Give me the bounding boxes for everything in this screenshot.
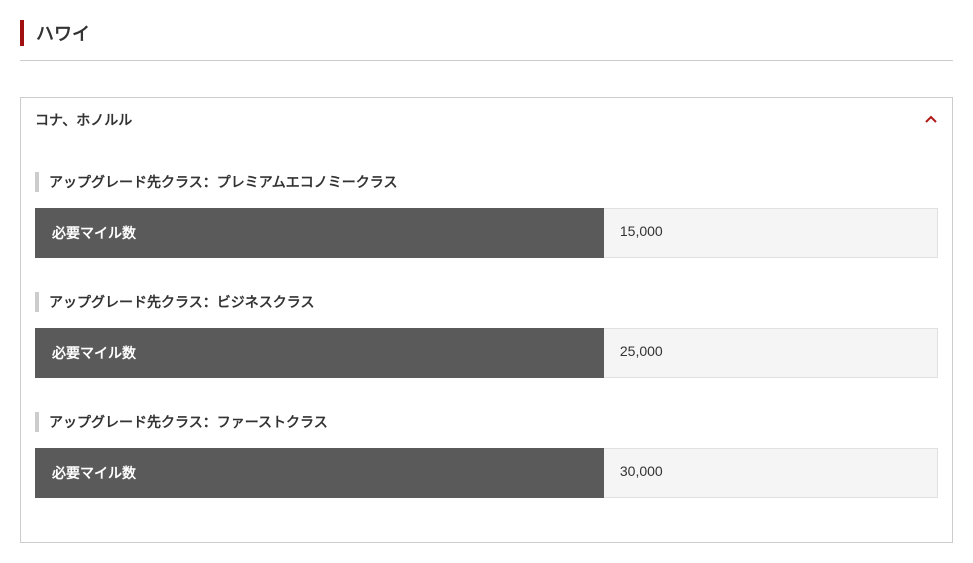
accordion: コナ、ホノルル アップグレード先クラス：プレミアムエコノミークラス 必要マイル数… <box>20 97 953 543</box>
accordion-body: アップグレード先クラス：プレミアムエコノミークラス 必要マイル数 15,000 … <box>21 142 952 542</box>
upgrade-block: アップグレード先クラス：ファーストクラス 必要マイル数 30,000 <box>35 412 938 498</box>
section-title: ハワイ <box>20 20 953 46</box>
mile-value: 25,000 <box>604 328 938 378</box>
upgrade-block: アップグレード先クラス：プレミアムエコノミークラス 必要マイル数 15,000 <box>35 172 938 258</box>
mile-label: 必要マイル数 <box>35 448 604 498</box>
mile-label: 必要マイル数 <box>35 328 604 378</box>
mile-value: 30,000 <box>604 448 938 498</box>
accordion-header[interactable]: コナ、ホノルル <box>21 98 952 142</box>
mile-row: 必要マイル数 25,000 <box>35 328 938 378</box>
chevron-up-icon <box>924 113 938 127</box>
divider <box>20 60 953 61</box>
upgrade-block: アップグレード先クラス：ビジネスクラス 必要マイル数 25,000 <box>35 292 938 378</box>
mile-row: 必要マイル数 30,000 <box>35 448 938 498</box>
upgrade-class-label: アップグレード先クラス：プレミアムエコノミークラス <box>35 172 938 192</box>
accordion-header-title: コナ、ホノルル <box>35 110 132 130</box>
upgrade-class-label: アップグレード先クラス：ビジネスクラス <box>35 292 938 312</box>
mile-value: 15,000 <box>604 208 938 258</box>
upgrade-class-label: アップグレード先クラス：ファーストクラス <box>35 412 938 432</box>
mile-row: 必要マイル数 15,000 <box>35 208 938 258</box>
mile-label: 必要マイル数 <box>35 208 604 258</box>
